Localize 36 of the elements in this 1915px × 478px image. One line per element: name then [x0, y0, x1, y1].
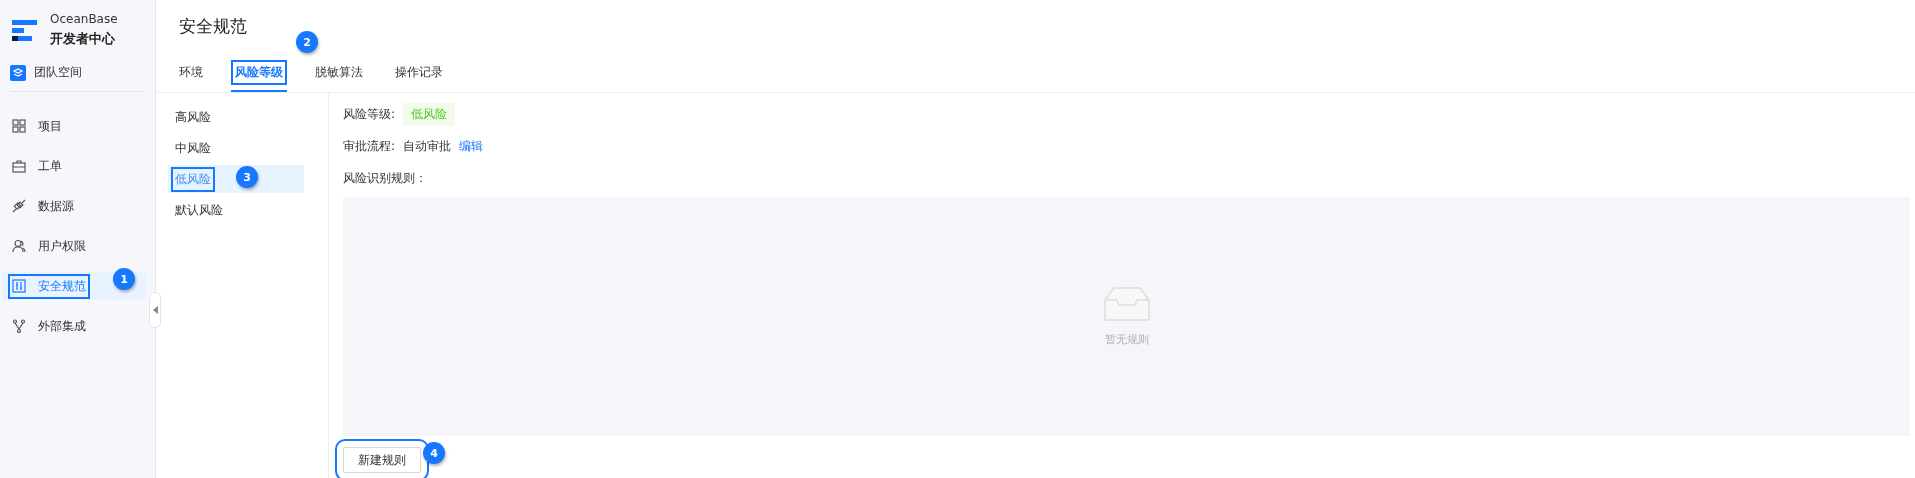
page-title: 安全规范 — [179, 15, 247, 38]
logo-icon — [12, 17, 38, 43]
risk-level-item[interactable]: 默认风险 — [168, 196, 304, 224]
tab[interactable]: 脱敏算法 — [311, 58, 367, 92]
layers-icon — [10, 64, 26, 81]
inbox-icon — [1103, 286, 1150, 322]
tab[interactable]: 环境 — [175, 58, 207, 92]
briefcase-icon — [12, 159, 26, 173]
sidebar-item[interactable]: 数据源 — [2, 192, 146, 220]
caret-icon — [152, 306, 158, 314]
fork-icon — [12, 319, 26, 333]
field-label: 风险识别规则： — [343, 169, 427, 187]
sidebar-item[interactable]: 工单 — [2, 152, 146, 180]
collapse-handle[interactable] — [149, 292, 161, 328]
tab[interactable]: 操作记录 — [391, 58, 447, 92]
risk-level-item[interactable]: 高风险 — [168, 103, 304, 131]
users-icon — [12, 239, 26, 253]
risk-tag: 低风险 — [403, 102, 456, 126]
field-label: 风险等级: — [343, 105, 396, 123]
sliders-icon — [12, 279, 26, 293]
brand-name: OceanBase — [50, 12, 118, 26]
risk-level-item[interactable]: 中风险 — [168, 134, 304, 162]
step-badge: 4 — [423, 442, 445, 464]
empty-text: 暂无规则 — [1104, 332, 1149, 347]
sidebar-item[interactable]: 项目 — [2, 112, 146, 140]
field-value: 自动审批 — [403, 137, 452, 155]
sidebar-item[interactable]: 用户权限 — [2, 232, 146, 260]
field-label: 审批流程: — [343, 137, 396, 155]
plug-icon — [12, 199, 26, 213]
workspace-label[interactable]: 团队空间 — [34, 64, 82, 81]
tab[interactable]: 风险等级 — [231, 58, 287, 92]
step-badge: 2 — [296, 31, 318, 53]
grid-icon — [12, 119, 26, 133]
brand-subtitle: 开发者中心 — [50, 30, 116, 48]
sidebar-item[interactable]: 外部集成 — [2, 312, 146, 340]
edit-link[interactable]: 编辑 — [459, 137, 484, 155]
